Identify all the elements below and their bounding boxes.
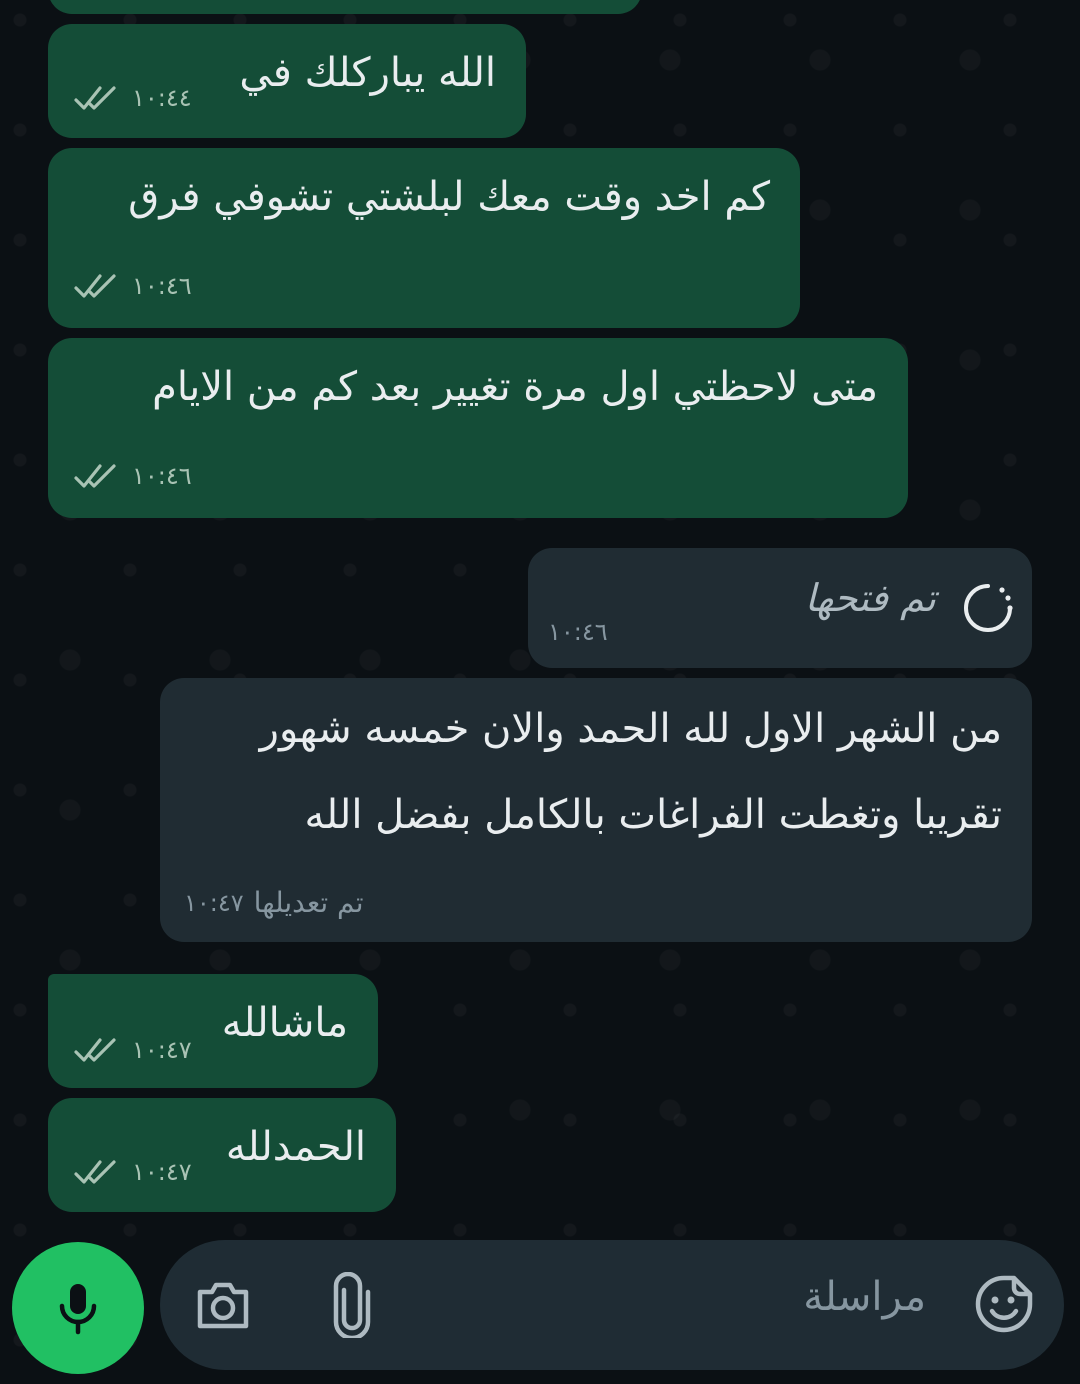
sticker-icon: [975, 1275, 1033, 1333]
message-time: ١٠:٤٧: [184, 888, 244, 917]
message-meta: ١٠:٤٧: [74, 1036, 192, 1064]
message-text: الله يباركلك في: [239, 50, 496, 96]
message-time: ١٠:٤٦: [548, 618, 608, 646]
camera-button[interactable]: [194, 1278, 252, 1332]
message-text: الحمدلله: [225, 1124, 366, 1170]
attach-button[interactable]: [330, 1271, 374, 1341]
message-bubble-partial[interactable]: [48, 0, 642, 14]
camera-icon: [197, 1282, 249, 1329]
double-check-icon: [74, 464, 116, 488]
double-check-icon: [74, 274, 116, 298]
message-text-line-1: من الشهر الاول لله الحمد والان خمسه شهور: [259, 706, 1002, 752]
message-meta: ١٠:٤٦: [74, 272, 192, 300]
message-input[interactable]: مراسلة: [803, 1274, 926, 1320]
attach-icon: [333, 1271, 371, 1341]
message-meta: ١٠:٤٤: [74, 84, 192, 112]
sticker-button[interactable]: [974, 1274, 1034, 1334]
message-bubble-outgoing[interactable]: متى لاحظتي اول مرة تغيير بعد كم من الايا…: [48, 338, 908, 518]
double-check-icon: [74, 1038, 116, 1062]
message-meta: ١٠:٤٧: [74, 1158, 192, 1186]
message-composer[interactable]: مراسلة: [160, 1240, 1064, 1370]
mic-icon: [59, 1284, 97, 1335]
message-time: ١٠:٤٧: [132, 1036, 192, 1064]
message-time: ١٠:٤٧: [132, 1158, 192, 1186]
message-bubble-outgoing[interactable]: الله يباركلك في ١٠:٤٤: [48, 24, 526, 138]
edited-label: تم تعديلها: [253, 886, 364, 919]
message-meta: ١٠:٤٦: [74, 462, 192, 490]
chat-area: الله يباركلك في ١٠:٤٤ كم اخد وقت معك لبل…: [0, 0, 1080, 1384]
message-text: متى لاحظتي اول مرة تغيير بعد كم من الايا…: [152, 364, 878, 410]
message-meta: ١٠:٤٧ تم تعديلها: [184, 886, 363, 919]
view-once-icon: [964, 584, 1013, 632]
message-bubble-outgoing[interactable]: كم اخد وقت معك لبلشتي تشوفي فرق ١٠:٤٦: [48, 148, 800, 328]
message-time: ١٠:٤٦: [132, 272, 192, 300]
message-time: ١٠:٤٦: [132, 462, 192, 490]
message-text: كم اخد وقت معك لبلشتي تشوفي فرق: [128, 174, 770, 220]
mic-button[interactable]: [12, 1242, 144, 1374]
message-bubble-outgoing[interactable]: ماشالله ١٠:٤٧: [48, 974, 378, 1088]
view-once-label: تم فتحها: [804, 576, 936, 620]
message-text: ماشالله: [221, 1000, 348, 1046]
message-bubble-incoming[interactable]: تم فتحها ١٠:٤٦: [528, 548, 1032, 668]
message-bubble-outgoing[interactable]: الحمدلله ١٠:٤٧: [48, 1098, 396, 1212]
double-check-icon: [74, 1160, 116, 1184]
message-bubble-incoming[interactable]: من الشهر الاول لله الحمد والان خمسه شهور…: [160, 678, 1032, 942]
message-time: ١٠:٤٤: [132, 84, 192, 112]
message-text-line-2: تقريبا وتغطت الفراغات بالكامل بفضل الله: [304, 792, 1002, 838]
double-check-icon: [74, 86, 116, 110]
